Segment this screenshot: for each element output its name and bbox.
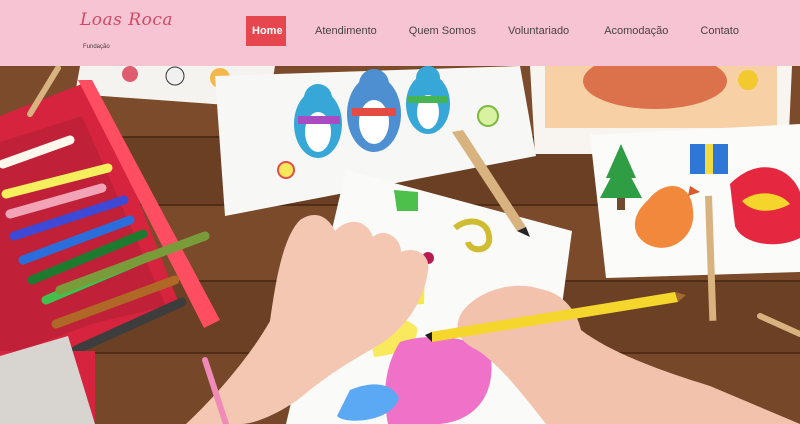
nav-voluntariado[interactable]: Voluntariado	[495, 16, 582, 46]
page: Loas Roca Fundação Home Atendimento Quem…	[0, 0, 800, 424]
hero-image	[0, 66, 800, 424]
logo-subtitle: Fundação	[83, 44, 110, 50]
brand-logo[interactable]: Loas Roca Fundação	[80, 8, 173, 56]
nav-atendimento[interactable]: Atendimento	[302, 16, 390, 46]
nav-home[interactable]: Home	[246, 16, 286, 46]
nav-acomodacao[interactable]: Acomodação	[591, 16, 681, 46]
nav-quem-somos[interactable]: Quem Somos	[396, 16, 489, 46]
main-nav: Home Atendimento Quem Somos Voluntariado…	[246, 16, 754, 46]
site-header: Loas Roca Fundação Home Atendimento Quem…	[0, 0, 800, 66]
hero-illustration	[0, 66, 800, 424]
nav-contato[interactable]: Contato	[687, 16, 752, 46]
logo-script-text: Loas Roca	[80, 10, 173, 30]
